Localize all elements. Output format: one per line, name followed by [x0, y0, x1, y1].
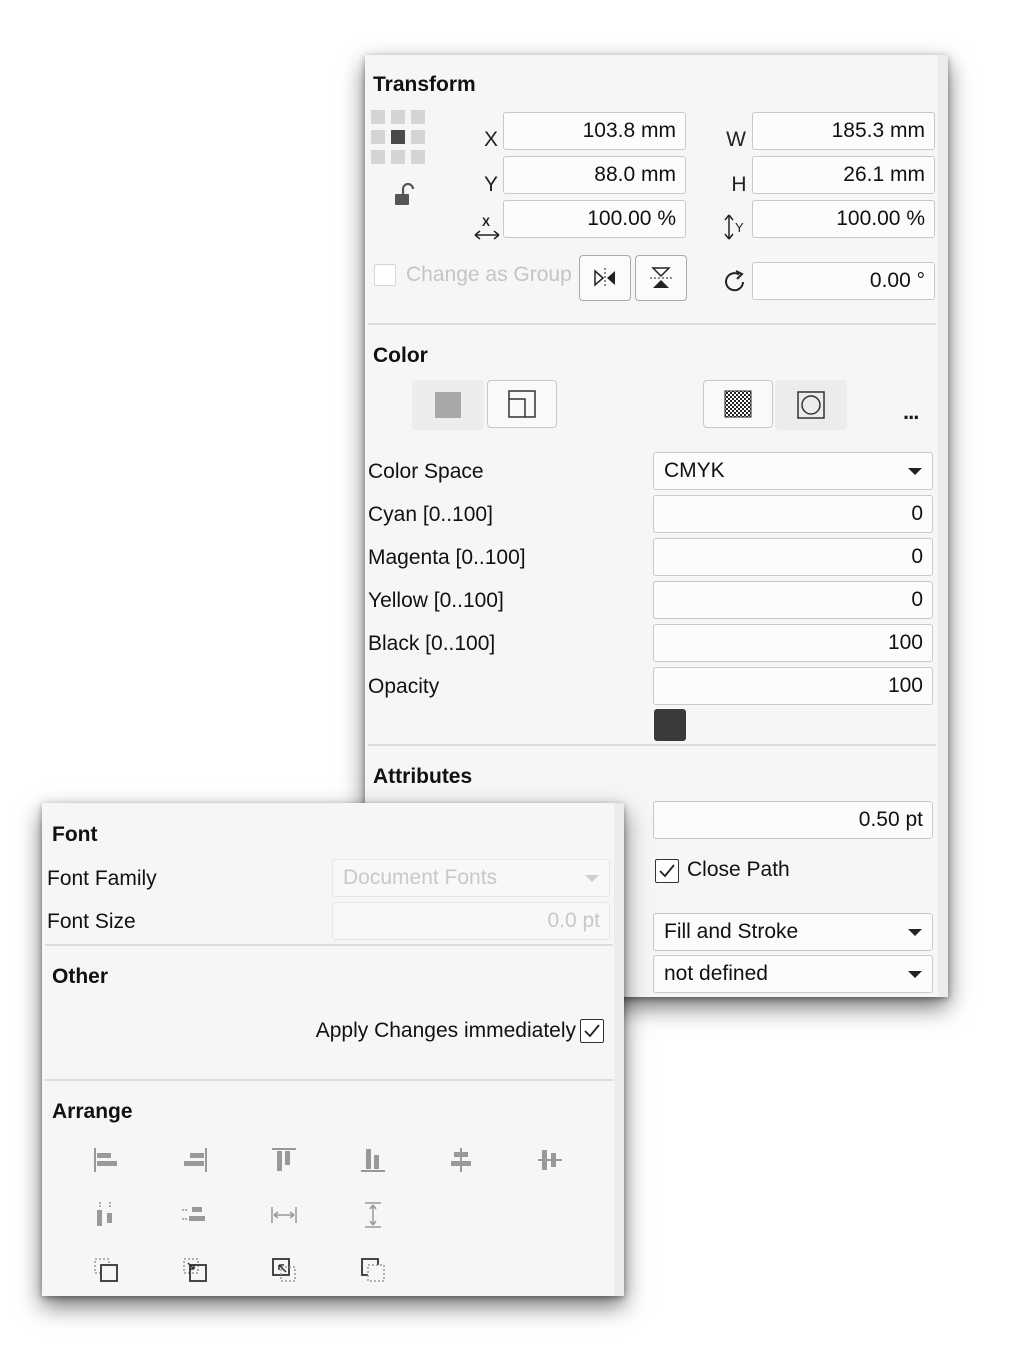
chevron-down-icon: [908, 971, 922, 978]
radial-gradient-icon: [797, 391, 825, 419]
fill-stroke-value: Fill and Stroke: [664, 920, 799, 943]
black-field[interactable]: 100: [653, 624, 933, 662]
flip-vertical-icon: [650, 267, 672, 288]
distribute-vertical-icon[interactable]: [180, 1200, 210, 1230]
align-center-horizontal-icon[interactable]: [535, 1145, 565, 1175]
pattern-button[interactable]: [703, 380, 773, 428]
align-bottom-icon[interactable]: [358, 1145, 388, 1175]
equal-width-icon[interactable]: [269, 1200, 299, 1230]
send-to-back-icon[interactable]: [358, 1255, 388, 1285]
font-arrange-panel: Font Font Family Document Fonts Font Siz…: [42, 803, 624, 1296]
h-label: H: [731, 173, 747, 196]
equal-height-icon[interactable]: [358, 1200, 388, 1230]
fill-color-button[interactable]: [412, 380, 484, 430]
font-family-dropdown[interactable]: Document Fonts: [332, 859, 610, 897]
checkmark-icon: [584, 1024, 600, 1038]
font-family-value: Document Fonts: [343, 866, 498, 889]
stroke-frame-icon: [508, 390, 536, 418]
black-label: Black [0..100]: [368, 632, 496, 655]
bring-to-front-icon[interactable]: [91, 1255, 121, 1285]
opacity-label: Opacity: [368, 675, 440, 698]
scale-y-field[interactable]: 100.00 %: [752, 200, 935, 238]
scale-x-field[interactable]: 100.00 %: [503, 200, 686, 238]
fill-stroke-dropdown[interactable]: Fill and Stroke: [653, 913, 933, 951]
anchor-grid-icon[interactable]: [371, 110, 425, 164]
font-size-field[interactable]: 0.0 pt: [332, 902, 610, 940]
gradient-button[interactable]: [775, 380, 847, 430]
scale-y-icon: Y: [723, 213, 749, 241]
checker-pattern-icon: [724, 390, 752, 418]
x-label: X: [483, 128, 498, 151]
style-dropdown[interactable]: not defined: [653, 955, 933, 993]
color-space-label: Color Space: [368, 460, 484, 483]
change-as-group-checkbox[interactable]: [374, 264, 396, 286]
svg-text:Y: Y: [735, 220, 744, 235]
distribute-horizontal-icon[interactable]: [91, 1200, 121, 1230]
x-position-field[interactable]: 103.8 mm: [503, 112, 686, 150]
svg-text:X: X: [482, 215, 490, 229]
apply-changes-checkbox[interactable]: [580, 1019, 604, 1043]
other-title: Other: [52, 965, 109, 988]
send-backward-icon[interactable]: [269, 1255, 299, 1285]
cyan-label: Cyan [0..100]: [368, 503, 493, 526]
align-top-icon[interactable]: [269, 1145, 299, 1175]
height-field[interactable]: 26.1 mm: [752, 156, 935, 194]
font-title: Font: [52, 823, 98, 846]
close-path-label: Close Path: [687, 858, 790, 881]
apply-changes-label: Apply Changes immediately: [315, 1019, 576, 1042]
style-value: not defined: [664, 962, 768, 985]
checkmark-icon: [659, 864, 675, 878]
color-preview-swatch[interactable]: [654, 709, 686, 741]
scale-x-icon: X: [473, 215, 501, 241]
attributes-title: Attributes: [373, 765, 473, 788]
magenta-field[interactable]: 0: [653, 538, 933, 576]
cyan-field[interactable]: 0: [653, 495, 933, 533]
line-width-field[interactable]: 0.50 pt: [653, 801, 933, 839]
font-family-label: Font Family: [47, 867, 157, 890]
transform-title: Transform: [373, 73, 476, 96]
align-center-vertical-icon[interactable]: [446, 1145, 476, 1175]
width-field[interactable]: 185.3 mm: [752, 112, 935, 150]
chevron-down-icon: [908, 468, 922, 475]
arrange-title: Arrange: [52, 1100, 133, 1123]
align-right-icon[interactable]: [180, 1145, 210, 1175]
close-path-checkbox[interactable]: [655, 859, 679, 883]
yellow-field[interactable]: 0: [653, 581, 933, 619]
color-space-value: CMYK: [664, 459, 725, 482]
opacity-field[interactable]: 100: [653, 667, 933, 705]
chevron-down-icon: [908, 929, 922, 936]
align-left-icon[interactable]: [91, 1145, 121, 1175]
flip-horizontal-icon: [594, 268, 615, 288]
y-label: Y: [483, 173, 498, 196]
bring-forward-icon[interactable]: [180, 1255, 210, 1285]
fill-swatch-icon: [435, 392, 461, 418]
color-title: Color: [373, 344, 428, 367]
stroke-color-button[interactable]: [487, 380, 557, 428]
unlock-icon[interactable]: [394, 182, 416, 207]
flip-vertical-button[interactable]: [635, 255, 687, 301]
chevron-down-icon: [585, 875, 599, 882]
magenta-label: Magenta [0..100]: [368, 546, 526, 569]
flip-horizontal-button[interactable]: [579, 255, 631, 301]
y-position-field[interactable]: 88.0 mm: [503, 156, 686, 194]
yellow-label: Yellow [0..100]: [368, 589, 504, 612]
more-options-button[interactable]: ...: [903, 399, 919, 425]
font-size-label: Font Size: [47, 910, 136, 933]
rotation-field[interactable]: 0.00 °: [752, 262, 935, 300]
rotate-icon: [722, 269, 748, 295]
color-space-dropdown[interactable]: CMYK: [653, 452, 933, 490]
w-label: W: [726, 128, 746, 151]
change-as-group-label: Change as Group: [406, 263, 572, 286]
